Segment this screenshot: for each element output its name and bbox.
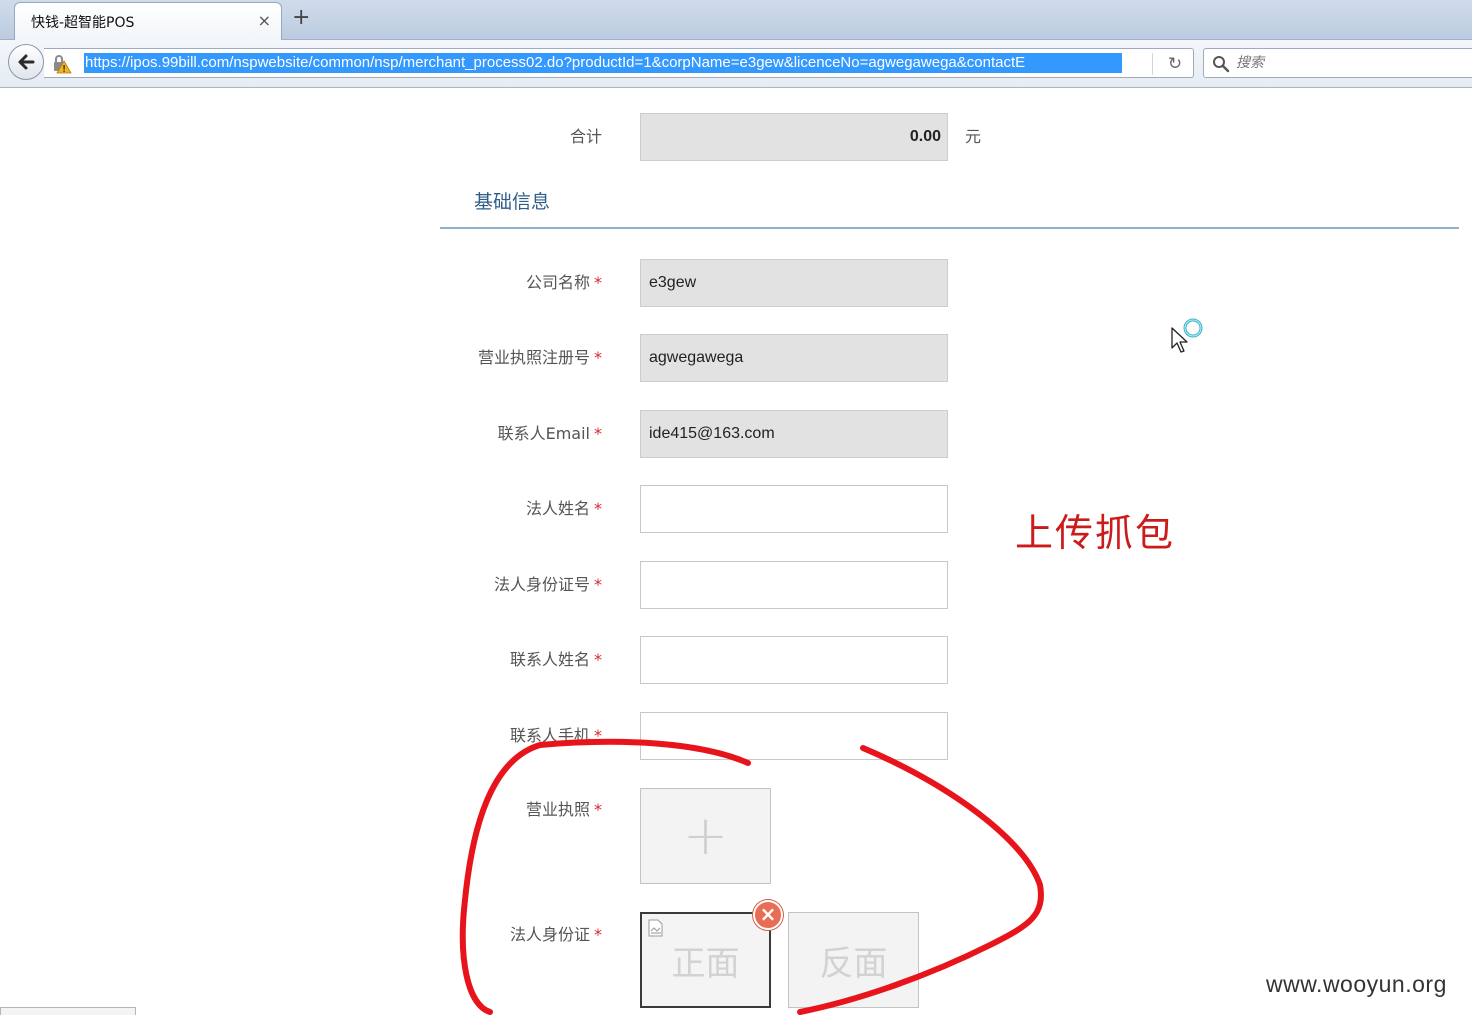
- browser-tab[interactable]: 快钱-超智能POS ×: [14, 2, 282, 40]
- contact-phone-label: 联系人手机 *: [509, 726, 602, 745]
- total-row: 合计 元: [440, 113, 1460, 161]
- id-upload-row: 法人身份证 *: [440, 911, 1460, 959]
- navigation-bar: https://ipos.99bill.com/nspwebsite/commo…: [0, 40, 1472, 88]
- section-divider: [440, 227, 1459, 229]
- contact-name-row: 联系人姓名 *: [440, 636, 1460, 684]
- license-number-row: 营业执照注册号 *: [440, 334, 1460, 382]
- back-arrow-icon: [18, 54, 35, 70]
- legal-name-row: 法人姓名 *: [440, 485, 1460, 533]
- watermark: www.wooyun.org: [1266, 971, 1447, 997]
- legal-id-number-input[interactable]: [640, 561, 948, 609]
- id-upload-label: 法人身份证 *: [509, 925, 602, 944]
- total-unit: 元: [965, 127, 982, 146]
- new-tab-button[interactable]: +: [292, 5, 310, 30]
- cursor-busy-icon: [1171, 318, 1203, 353]
- legal-id-number-label: 法人身份证号 *: [493, 575, 602, 594]
- contact-phone-row: 联系人手机 *: [440, 712, 1460, 760]
- id-front-text: 正面: [671, 943, 740, 984]
- annotation-text: 上传抓包: [1015, 511, 1176, 555]
- address-divider: [1152, 53, 1153, 75]
- url-text[interactable]: https://ipos.99bill.com/nspwebsite/commo…: [84, 53, 1122, 73]
- license-upload-label: 营业执照 *: [525, 800, 602, 819]
- contact-phone-input[interactable]: [640, 712, 948, 760]
- license-upload-row: 营业执照 *: [440, 786, 1460, 834]
- plus-icon: +: [682, 804, 729, 867]
- remove-icon[interactable]: ×: [753, 900, 783, 930]
- contact-email-label: 联系人Email *: [497, 424, 602, 443]
- search-icon: [1213, 56, 1230, 73]
- total-field: [640, 113, 948, 161]
- contact-name-input[interactable]: [640, 636, 948, 684]
- reload-icon[interactable]: ↻: [1165, 54, 1185, 74]
- broken-image-icon: [648, 919, 663, 937]
- legal-name-input[interactable]: [640, 485, 948, 533]
- id-back-text: 反面: [819, 943, 888, 984]
- lock-warning-icon[interactable]: [52, 54, 72, 74]
- tab-close-icon[interactable]: ×: [258, 11, 271, 30]
- status-bar: [0, 1007, 136, 1015]
- tab-title: 快钱-超智能POS: [31, 15, 135, 31]
- legal-name-label: 法人姓名 *: [525, 499, 602, 518]
- contact-email-field: [640, 410, 948, 458]
- search-input[interactable]: [1236, 52, 1466, 74]
- license-upload-button[interactable]: +: [640, 788, 771, 884]
- company-name-label: 公司名称 *: [525, 273, 602, 292]
- contact-email-row: 联系人Email *: [440, 410, 1460, 458]
- section-title: 基础信息: [474, 191, 551, 213]
- id-back-upload[interactable]: 反面: [788, 912, 919, 1008]
- license-number-label: 营业执照注册号 *: [477, 348, 602, 367]
- company-name-row: 公司名称 *: [440, 259, 1460, 307]
- total-label: 合计: [569, 127, 602, 146]
- screen: 快钱-超智能POS × + https://ipos.99bill.com/ns…: [0, 0, 1472, 1015]
- license-number-field: [640, 334, 948, 382]
- legal-id-number-row: 法人身份证号 *: [440, 561, 1460, 609]
- search-box[interactable]: [1203, 48, 1472, 78]
- address-bar[interactable]: https://ipos.99bill.com/nspwebsite/commo…: [44, 48, 1194, 78]
- id-front-upload[interactable]: 正面: [640, 912, 771, 1008]
- contact-name-label: 联系人姓名 *: [509, 650, 602, 669]
- company-name-field: [640, 259, 948, 307]
- back-button[interactable]: [8, 44, 44, 80]
- tab-bar: 快钱-超智能POS × +: [0, 0, 1472, 40]
